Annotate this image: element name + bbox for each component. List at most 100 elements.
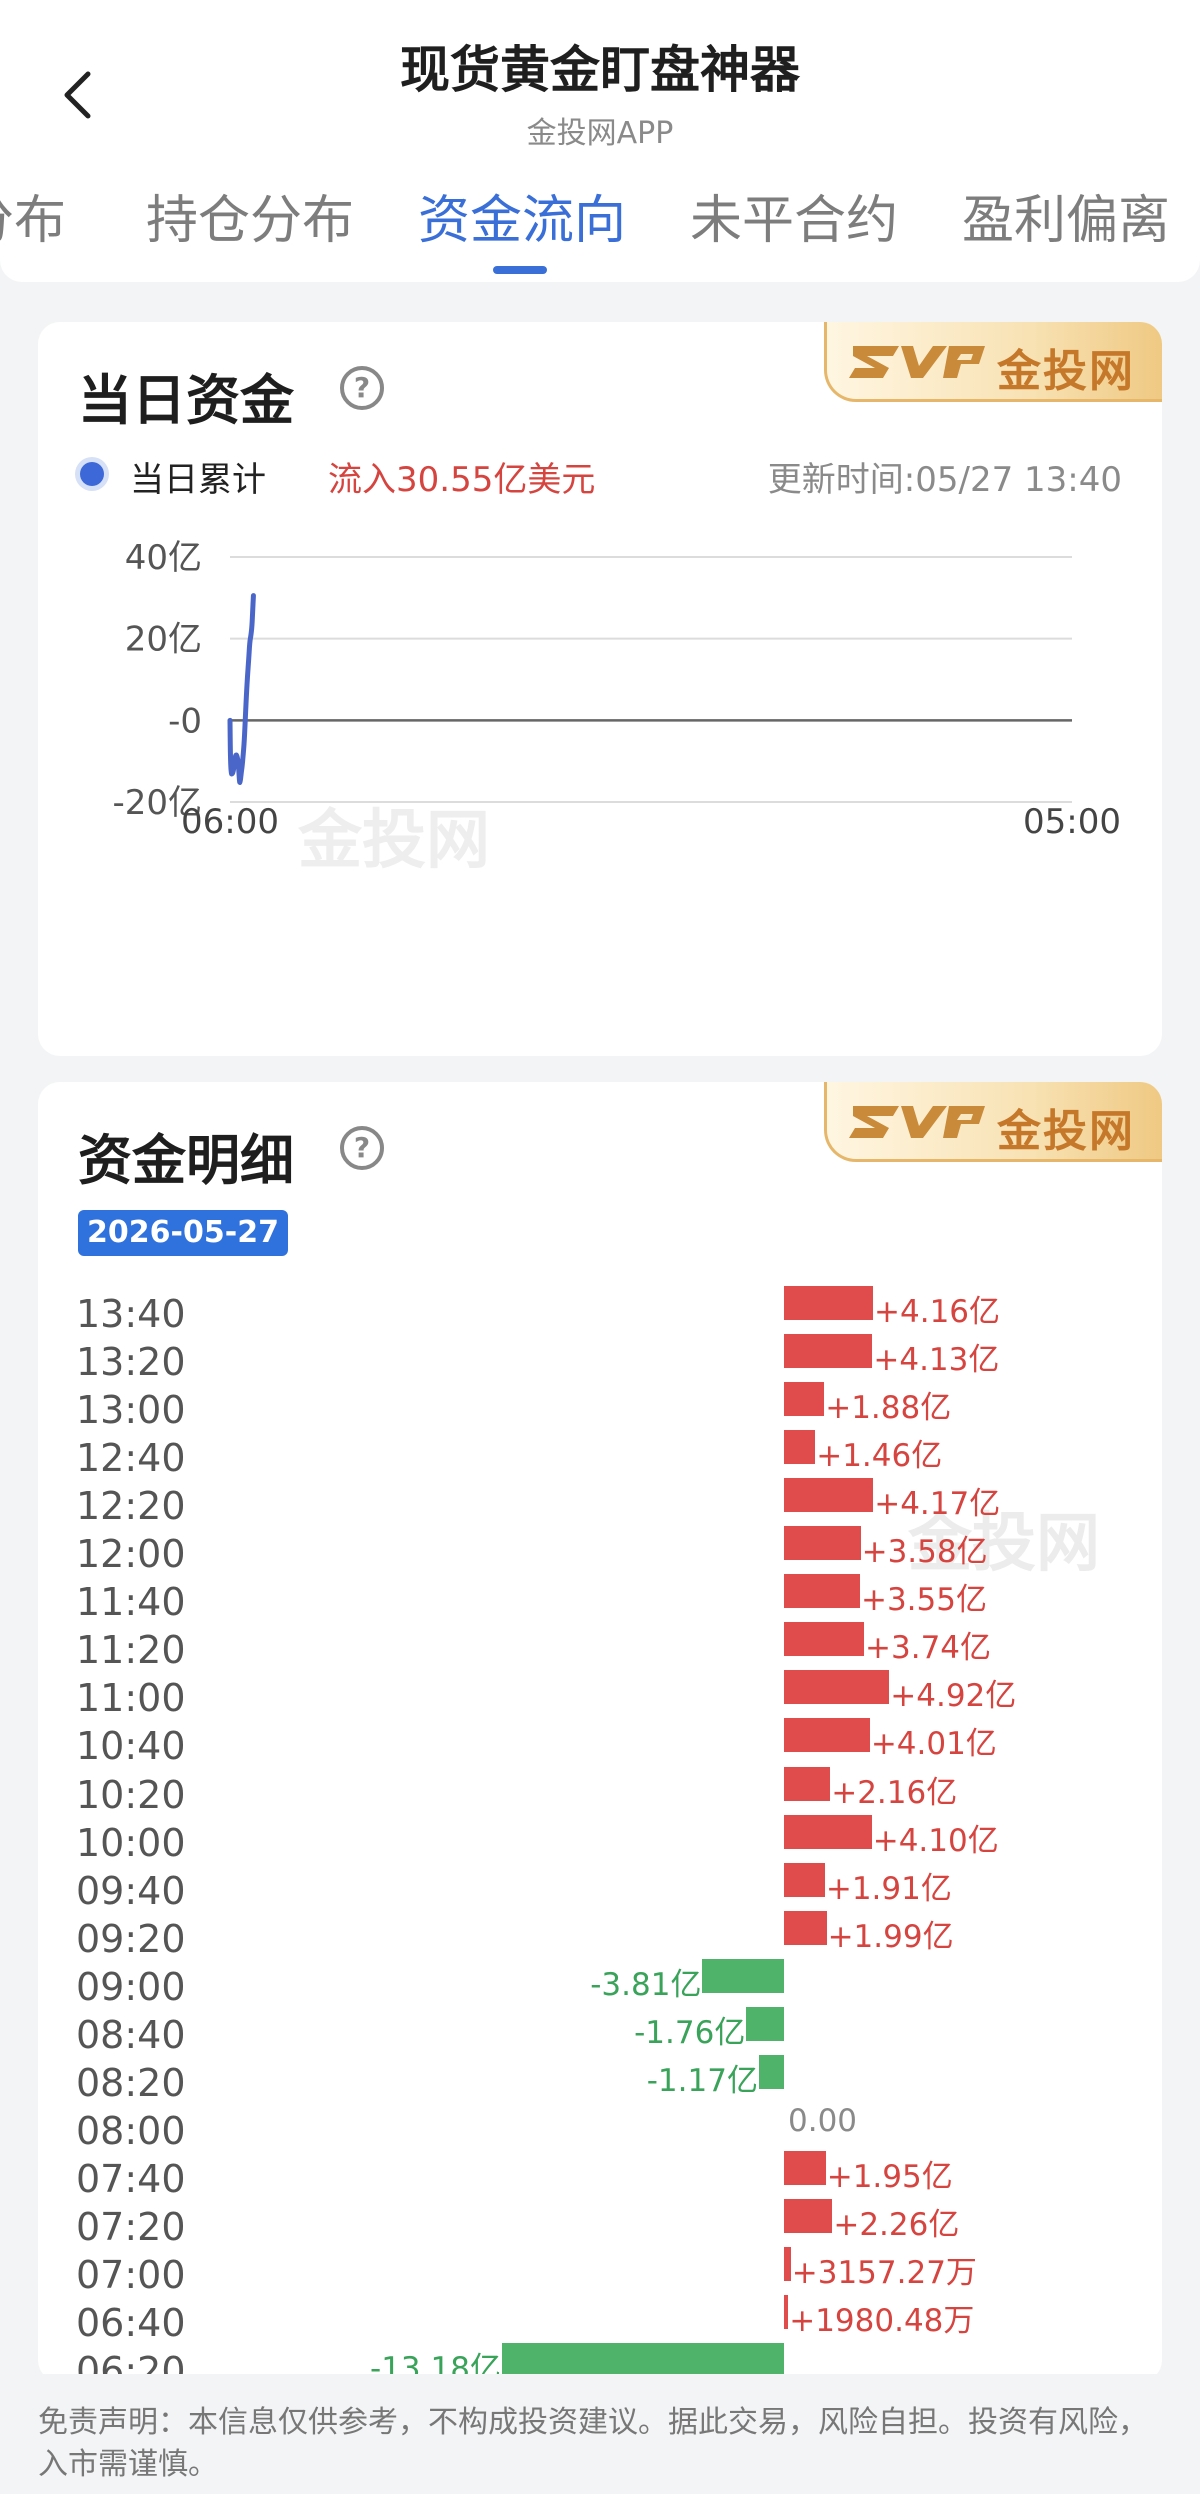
capital-detail-row: 10:20 +2.16亿 (38, 1763, 1162, 1817)
flow-bar (784, 1670, 890, 1705)
capital-detail-row: 13:20 +4.13亿 (38, 1330, 1162, 1384)
tab-position-distribution[interactable]: 持仓分布 (146, 178, 354, 253)
capital-detail-row: 10:00 +4.10亿 (38, 1811, 1162, 1865)
flow-bar (784, 2150, 826, 2185)
flow-bar (784, 1574, 860, 1609)
row-value: +3157.27万 (791, 2255, 977, 2291)
capital-detail-row: 09:40 +1.91亿 (38, 1859, 1162, 1913)
capital-detail-row: 07:40 +1.95亿 (38, 2147, 1162, 2201)
brand-badge-text: 金投网 (997, 1106, 1135, 1157)
row-value: +4.13亿 (873, 1342, 1000, 1379)
flow-bar (784, 1766, 831, 1801)
flow-bar (784, 1286, 874, 1320)
capital-detail-row: 06:40 +1980.48万 (38, 2291, 1162, 2345)
row-value: +1980.48万 (789, 2303, 975, 2340)
capital-detail-card: 金投网 资金明细 ? 2026-05-27 金投网 13:40 +4.16亿 13:… (38, 1082, 1162, 2382)
update-time: 更新时间:05/27 13:40 (767, 460, 1122, 500)
flow-bar (784, 1334, 873, 1369)
flow-bar (784, 1478, 874, 1513)
page-subtitle: 金投网APP (526, 116, 674, 151)
row-value: -1.17亿 (646, 2062, 758, 2099)
capital-detail-row: 08:20 -1.17亿 (38, 2051, 1162, 2105)
row-value: +3.74亿 (865, 1630, 992, 1667)
capital-detail-row: 07:00 +3157.27万 (38, 2243, 1162, 2297)
capital-detail-row: 07:20 +2.26亿 (38, 2195, 1162, 2249)
flow-bar (784, 1718, 870, 1753)
chart-watermark: 金投网 (297, 804, 490, 878)
capital-detail-row: 13:40 +4.16亿 (38, 1282, 1162, 1336)
legend-label: 当日累计 (130, 460, 266, 500)
x-tick-label: 05:00 (1023, 802, 1121, 842)
page-header: 现货黄金盯盘神器 金投网APP 分布 持仓分布 资金流向 未平合约 盈利偏离 (0, 0, 1200, 282)
flow-bar (784, 1814, 872, 1849)
flow-bar (702, 1958, 784, 1993)
disclaimer: 免责声明：本信息仅供参考，不构成投资建议。据此交易，风险自担。投资有风险，入市需… (0, 2374, 1200, 2494)
flow-bar (784, 2198, 833, 2233)
row-value: +4.01亿 (870, 1726, 997, 1763)
row-value: +3.58亿 (861, 1534, 988, 1571)
flow-bar (784, 1526, 861, 1561)
row-value: +4.17亿 (874, 1486, 1001, 1523)
legend-dot-icon (80, 462, 104, 486)
svip-logo-icon (849, 1106, 985, 1138)
tab-profit-deviation[interactable]: 盈利偏离 (962, 178, 1170, 253)
capital-detail-row: 08:00 0.00 (38, 2099, 1162, 2153)
row-value: +4.10亿 (872, 1822, 999, 1859)
capital-detail-row: 12:20 +4.17亿 (38, 1474, 1162, 1528)
capital-detail-row: 11:40 +3.55亿 (38, 1570, 1162, 1624)
flow-bar (758, 2054, 784, 2089)
tab-distribution[interactable]: 分布 (0, 178, 66, 253)
capital-detail-row: 09:20 +1.99亿 (38, 1907, 1162, 1961)
date-tag[interactable]: 2026-05-27 (78, 1210, 288, 1256)
y-tick-label: 40亿 (125, 538, 202, 578)
chart-grid (230, 556, 1072, 803)
capital-detail-row: 12:00 +3.58亿 (38, 1522, 1162, 1576)
row-value: +1.88亿 (825, 1390, 952, 1427)
daily-flow-chart: 40亿20亿-0-20亿 06:00 05:00 金投网 (112, 538, 1121, 878)
capital-detail-row: 10:40 +4.01亿 (38, 1714, 1162, 1768)
capital-detail-row: 09:00 -3.81亿 (38, 1955, 1162, 2009)
tab-bar: 分布 持仓分布 资金流向 未平合约 盈利偏离 (0, 178, 1200, 251)
chart-y-ticks: 40亿20亿-0-20亿 (112, 538, 202, 823)
capital-detail-row: 13:00 +1.88亿 (38, 1378, 1162, 1432)
row-value: -3.81亿 (590, 1966, 702, 2003)
active-tab-indicator (493, 266, 547, 274)
flow-bar (784, 2295, 789, 2330)
inflow-summary: 流入30.55亿美元 (328, 460, 596, 500)
row-value: +1.99亿 (827, 1918, 954, 1955)
flow-bar (784, 1430, 816, 1465)
y-tick-label: 20亿 (125, 620, 202, 660)
page-title: 现货黄金盯盘神器 (400, 41, 800, 99)
row-value: +3.55亿 (860, 1582, 987, 1619)
row-value: -1.76亿 (634, 2014, 746, 2051)
row-value: +4.16亿 (874, 1294, 1001, 1330)
capital-detail-row: 11:00 +4.92亿 (38, 1666, 1162, 1720)
brand-badge-text: 金投网 (997, 346, 1135, 397)
capital-detail-title: 资金明细 (78, 1129, 294, 1192)
flow-bar (784, 1910, 827, 1945)
flow-bar (784, 2247, 791, 2281)
svip-logo-icon (849, 346, 985, 378)
capital-detail-row: 12:40 +1.46亿 (38, 1426, 1162, 1480)
cumulative-flow-line (227, 593, 256, 785)
capital-detail-row: 11:20 +3.74亿 (38, 1618, 1162, 1672)
help-icon[interactable]: ? (340, 1126, 384, 1170)
flow-bar (501, 2343, 784, 2378)
capital-detail-row: 08:40 -1.76亿 (38, 2003, 1162, 2057)
daily-capital-title: 当日资金 (78, 369, 294, 432)
tab-open-interest[interactable]: 未平合约 (690, 178, 898, 253)
tab-capital-flow[interactable]: 资金流向 (418, 178, 626, 253)
help-icon[interactable]: ? (340, 366, 384, 410)
row-value: +1.46亿 (816, 1438, 943, 1475)
row-value: +1.95亿 (826, 2158, 953, 2195)
x-tick-label: 06:00 (181, 802, 279, 842)
brand-badge: 金投网 (824, 1082, 1162, 1162)
row-value: +2.16亿 (831, 1774, 958, 1811)
row-value: 0.00 (788, 2102, 858, 2139)
row-value: +4.92亿 (890, 1678, 1017, 1715)
flow-bar (784, 1382, 825, 1417)
row-value: +1.91亿 (825, 1870, 952, 1907)
flow-bar (784, 1862, 825, 1897)
flow-bar (784, 1622, 865, 1657)
daily-capital-card: 金投网 当日资金 ? 当日累计 流入30.55亿美元 更新时间:05/27 13… (38, 322, 1162, 1056)
